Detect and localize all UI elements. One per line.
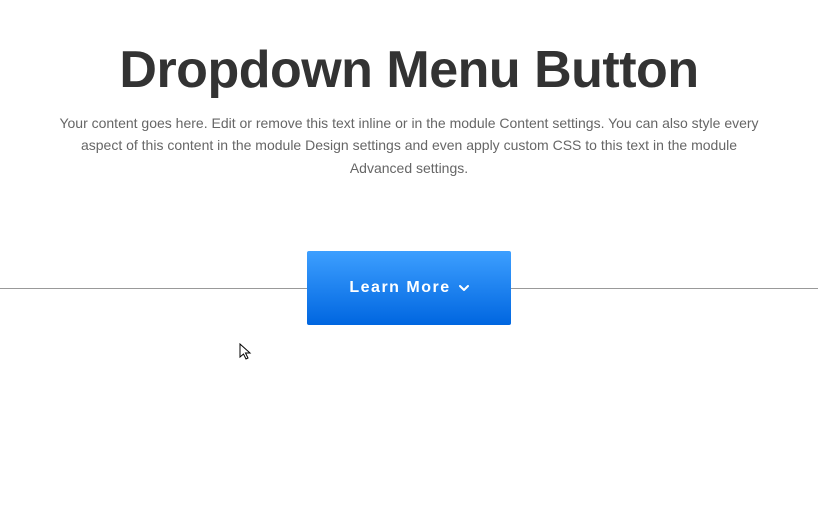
mouse-cursor xyxy=(239,343,253,366)
content-container: Dropdown Menu Button Your content goes h… xyxy=(0,0,818,325)
button-section: Learn More xyxy=(0,251,818,325)
page-title: Dropdown Menu Button xyxy=(0,40,818,100)
button-label: Learn More xyxy=(349,279,450,297)
chevron-down-icon xyxy=(459,283,469,293)
page-description: Your content goes here. Edit or remove t… xyxy=(29,112,789,179)
learn-more-button[interactable]: Learn More xyxy=(307,251,510,325)
